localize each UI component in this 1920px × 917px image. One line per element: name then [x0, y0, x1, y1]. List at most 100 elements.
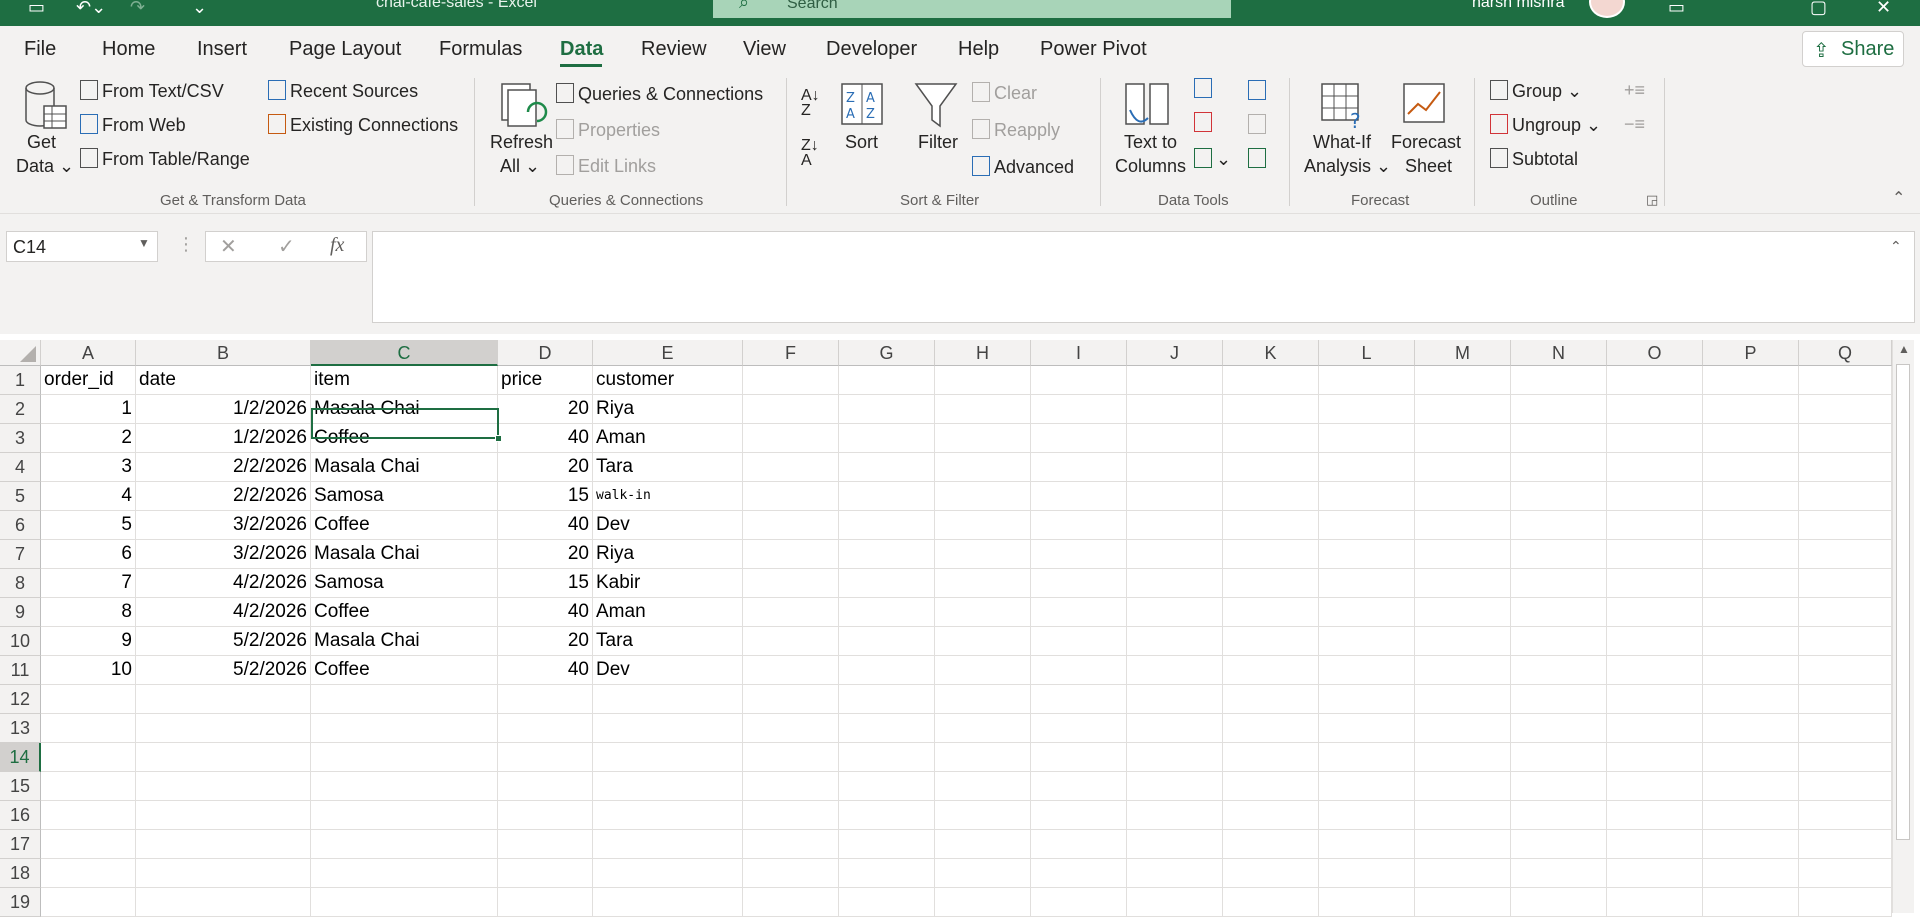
column-header-c[interactable]: C: [311, 340, 498, 366]
select-all-button[interactable]: [0, 340, 41, 366]
cell-b3[interactable]: 1/2/2026: [136, 424, 311, 453]
cell-h1[interactable]: [935, 366, 1031, 395]
cell-k15[interactable]: [1223, 772, 1319, 801]
cell-l15[interactable]: [1319, 772, 1415, 801]
cell-a16[interactable]: [41, 801, 136, 830]
cell-q15[interactable]: [1799, 772, 1892, 801]
cell-c9[interactable]: Coffee: [311, 598, 498, 627]
cell-b12[interactable]: [136, 685, 311, 714]
cell-a17[interactable]: [41, 830, 136, 859]
cell-m12[interactable]: [1415, 685, 1511, 714]
row-header-8[interactable]: 8: [0, 569, 41, 598]
column-header-f[interactable]: F: [743, 340, 839, 366]
cell-d14[interactable]: [498, 743, 593, 772]
cell-p7[interactable]: [1703, 540, 1799, 569]
cell-n1[interactable]: [1511, 366, 1607, 395]
cell-c11[interactable]: Coffee: [311, 656, 498, 685]
cell-i7[interactable]: [1031, 540, 1127, 569]
row-header-16[interactable]: 16: [0, 801, 41, 830]
cell-e10[interactable]: Tara: [593, 627, 743, 656]
tab-home[interactable]: Home: [102, 38, 155, 61]
column-header-l[interactable]: L: [1319, 340, 1415, 366]
cell-h13[interactable]: [935, 714, 1031, 743]
from-text-csv-button[interactable]: From Text/CSV: [80, 80, 224, 102]
cell-p18[interactable]: [1703, 859, 1799, 888]
cell-p9[interactable]: [1703, 598, 1799, 627]
cell-m6[interactable]: [1415, 511, 1511, 540]
cell-o4[interactable]: [1607, 453, 1703, 482]
cell-f6[interactable]: [743, 511, 839, 540]
tab-page-layout[interactable]: Page Layout: [289, 38, 401, 61]
advanced-button[interactable]: Advanced: [972, 156, 1074, 178]
cell-k17[interactable]: [1223, 830, 1319, 859]
cell-q5[interactable]: [1799, 482, 1892, 511]
text-to-columns-line2[interactable]: Columns: [1115, 156, 1186, 177]
cell-c10[interactable]: Masala Chai: [311, 627, 498, 656]
cell-p16[interactable]: [1703, 801, 1799, 830]
cell-o8[interactable]: [1607, 569, 1703, 598]
cell-h5[interactable]: [935, 482, 1031, 511]
cell-c7[interactable]: Masala Chai: [311, 540, 498, 569]
cell-c12[interactable]: [311, 685, 498, 714]
cell-o9[interactable]: [1607, 598, 1703, 627]
cell-g7[interactable]: [839, 540, 935, 569]
enter-icon[interactable]: ✓: [278, 234, 295, 259]
cell-i1[interactable]: [1031, 366, 1127, 395]
cell-m10[interactable]: [1415, 627, 1511, 656]
group-button[interactable]: Group ⌄: [1490, 80, 1582, 102]
close-window-icon[interactable]: ✕: [1876, 0, 1891, 16]
cell-l5[interactable]: [1319, 482, 1415, 511]
cell-e7[interactable]: Riya: [593, 540, 743, 569]
cell-n12[interactable]: [1511, 685, 1607, 714]
cell-h12[interactable]: [935, 685, 1031, 714]
cell-b17[interactable]: [136, 830, 311, 859]
cell-a3[interactable]: 2: [41, 424, 136, 453]
cell-o16[interactable]: [1607, 801, 1703, 830]
cell-d7[interactable]: 20: [498, 540, 593, 569]
name-box-dropdown-icon[interactable]: ▼: [138, 236, 150, 250]
cell-d11[interactable]: 40: [498, 656, 593, 685]
cell-h10[interactable]: [935, 627, 1031, 656]
cell-o6[interactable]: [1607, 511, 1703, 540]
cell-j2[interactable]: [1127, 395, 1223, 424]
outline-settings-icon[interactable]: ◲: [1646, 192, 1658, 208]
cell-n6[interactable]: [1511, 511, 1607, 540]
show-detail-icon[interactable]: +≡: [1624, 80, 1645, 101]
cell-q3[interactable]: [1799, 424, 1892, 453]
cell-f4[interactable]: [743, 453, 839, 482]
cell-i4[interactable]: [1031, 453, 1127, 482]
cell-b4[interactable]: 2/2/2026: [136, 453, 311, 482]
cell-q12[interactable]: [1799, 685, 1892, 714]
cell-g17[interactable]: [839, 830, 935, 859]
cell-f5[interactable]: [743, 482, 839, 511]
cell-g11[interactable]: [839, 656, 935, 685]
tab-formulas[interactable]: Formulas: [439, 38, 522, 61]
row-header-12[interactable]: 12: [0, 685, 41, 714]
cell-o2[interactable]: [1607, 395, 1703, 424]
cell-l10[interactable]: [1319, 627, 1415, 656]
cell-h4[interactable]: [935, 453, 1031, 482]
cell-p3[interactable]: [1703, 424, 1799, 453]
cell-c15[interactable]: [311, 772, 498, 801]
cell-k11[interactable]: [1223, 656, 1319, 685]
cell-e11[interactable]: Dev: [593, 656, 743, 685]
cell-g15[interactable]: [839, 772, 935, 801]
cell-o14[interactable]: [1607, 743, 1703, 772]
search-box[interactable]: ⌕ Search: [713, 0, 1231, 18]
cell-m2[interactable]: [1415, 395, 1511, 424]
cell-k13[interactable]: [1223, 714, 1319, 743]
forecast-sheet-line2[interactable]: Sheet: [1405, 156, 1452, 177]
cell-m17[interactable]: [1415, 830, 1511, 859]
cell-k3[interactable]: [1223, 424, 1319, 453]
cell-a9[interactable]: 8: [41, 598, 136, 627]
cell-m7[interactable]: [1415, 540, 1511, 569]
cell-j11[interactable]: [1127, 656, 1223, 685]
cell-i12[interactable]: [1031, 685, 1127, 714]
cell-d3[interactable]: 40: [498, 424, 593, 453]
cell-a10[interactable]: 9: [41, 627, 136, 656]
cell-n3[interactable]: [1511, 424, 1607, 453]
cell-n16[interactable]: [1511, 801, 1607, 830]
column-header-h[interactable]: H: [935, 340, 1031, 366]
cell-q14[interactable]: [1799, 743, 1892, 772]
cell-q17[interactable]: [1799, 830, 1892, 859]
